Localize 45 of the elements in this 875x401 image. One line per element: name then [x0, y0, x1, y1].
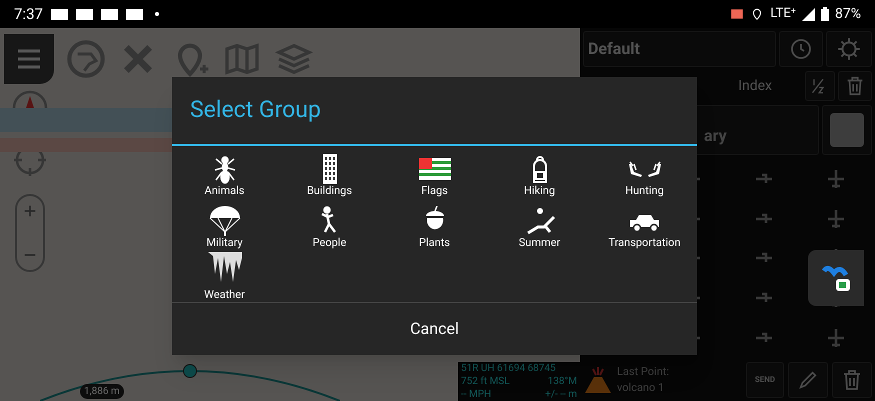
notification-icon — [50, 8, 68, 20]
group-option[interactable]: Weather — [172, 250, 277, 302]
menu-button[interactable] — [4, 34, 54, 84]
cancel-button[interactable]: Cancel — [172, 303, 697, 355]
group-option[interactable]: Military — [172, 198, 277, 250]
delete-point-button[interactable] — [832, 362, 872, 398]
signal-icon — [802, 8, 815, 20]
scale-label: 1,886 m — [80, 384, 124, 399]
notification-icon — [76, 8, 93, 20]
group-option[interactable]: Summer — [487, 198, 592, 250]
edit-button[interactable] — [788, 362, 828, 398]
volcano-icon — [583, 365, 613, 395]
cast-icon — [730, 7, 744, 21]
notification-icon — [100, 8, 118, 20]
color-swatch — [830, 113, 864, 147]
settings-button[interactable] — [826, 31, 872, 67]
floating-app-bubble[interactable] — [808, 250, 864, 306]
color-button[interactable] — [822, 105, 872, 155]
pencil-icon — [797, 369, 819, 391]
zoom-in-icon — [23, 204, 37, 218]
grid-coordinates: 51R UH 61694 68745 — [461, 362, 557, 375]
delete-button[interactable] — [838, 71, 872, 101]
group-option[interactable]: Animals — [172, 146, 277, 198]
route-waypoint — [183, 364, 197, 378]
menu-icon — [16, 47, 42, 71]
group-option[interactable]: Flags — [382, 146, 487, 198]
battery-icon — [821, 7, 829, 21]
speed-text: -- MPH — [461, 388, 492, 401]
group-option[interactable]: People — [277, 198, 382, 250]
accuracy-text: +/- -- m — [545, 388, 577, 401]
group-option[interactable]: Plants — [382, 198, 487, 250]
dialog-title: Select Group — [190, 95, 321, 126]
settings-icon — [836, 36, 862, 62]
zoom-control[interactable] — [15, 194, 45, 272]
network-type: LTE⁺ — [770, 5, 796, 24]
group-option[interactable]: Buildings — [277, 146, 382, 198]
heading-text: 138°M — [548, 375, 577, 388]
clock-time: 7:37 — [14, 4, 43, 25]
fraction-button[interactable] — [805, 71, 835, 101]
group-option[interactable]: Transportation — [592, 198, 697, 250]
history-button[interactable] — [779, 31, 823, 67]
notification-icon — [126, 8, 143, 20]
clock-icon — [789, 37, 813, 61]
altitude-text: 752 ft MSL — [461, 375, 510, 388]
battery-percent: 87% — [835, 4, 861, 24]
